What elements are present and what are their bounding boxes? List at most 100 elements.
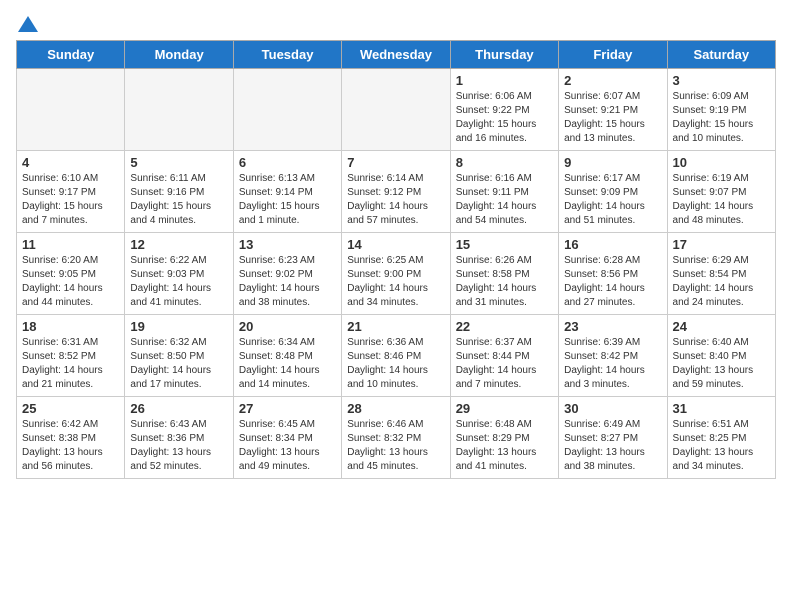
logo bbox=[16, 16, 38, 28]
day-number: 8 bbox=[456, 155, 553, 170]
day-info: Sunrise: 6:37 AM Sunset: 8:44 PM Dayligh… bbox=[456, 336, 553, 392]
day-number: 18 bbox=[22, 319, 119, 334]
day-number: 1 bbox=[456, 73, 553, 88]
day-info: Sunrise: 6:46 AM Sunset: 8:32 PM Dayligh… bbox=[347, 418, 444, 474]
day-number: 25 bbox=[22, 401, 119, 416]
day-number: 30 bbox=[564, 401, 661, 416]
day-cell bbox=[342, 69, 450, 151]
day-info: Sunrise: 6:10 AM Sunset: 9:17 PM Dayligh… bbox=[22, 172, 119, 228]
day-info: Sunrise: 6:20 AM Sunset: 9:05 PM Dayligh… bbox=[22, 254, 119, 310]
day-info: Sunrise: 6:23 AM Sunset: 9:02 PM Dayligh… bbox=[239, 254, 336, 310]
day-cell: 5 Sunrise: 6:11 AM Sunset: 9:16 PM Daylig… bbox=[125, 151, 233, 233]
day-cell: 3 Sunrise: 6:09 AM Sunset: 9:19 PM Daylig… bbox=[667, 69, 775, 151]
day-info: Sunrise: 6:06 AM Sunset: 9:22 PM Dayligh… bbox=[456, 90, 553, 146]
day-cell: 13 Sunrise: 6:23 AM Sunset: 9:02 PM Dayli… bbox=[233, 233, 341, 315]
day-info: Sunrise: 6:49 AM Sunset: 8:27 PM Dayligh… bbox=[564, 418, 661, 474]
day-cell: 18Sunrise: 6:31 AM Sunset: 8:52 PM Dayli… bbox=[17, 315, 125, 397]
day-number: 4 bbox=[22, 155, 119, 170]
day-cell: 19 Sunrise: 6:32 AM Sunset: 8:50 PM Dayli… bbox=[125, 315, 233, 397]
day-info: Sunrise: 6:25 AM Sunset: 9:00 PM Dayligh… bbox=[347, 254, 444, 310]
header bbox=[16, 16, 776, 28]
day-number: 29 bbox=[456, 401, 553, 416]
day-info: Sunrise: 6:51 AM Sunset: 8:25 PM Dayligh… bbox=[673, 418, 770, 474]
day-number: 7 bbox=[347, 155, 444, 170]
day-number: 27 bbox=[239, 401, 336, 416]
day-info: Sunrise: 6:36 AM Sunset: 8:46 PM Dayligh… bbox=[347, 336, 444, 392]
day-info: Sunrise: 6:40 AM Sunset: 8:40 PM Dayligh… bbox=[673, 336, 770, 392]
day-cell: 15Sunrise: 6:26 AM Sunset: 8:58 PM Dayli… bbox=[450, 233, 558, 315]
day-info: Sunrise: 6:09 AM Sunset: 9:19 PM Dayligh… bbox=[673, 90, 770, 146]
day-cell: 25Sunrise: 6:42 AM Sunset: 8:38 PM Dayli… bbox=[17, 397, 125, 479]
day-number: 24 bbox=[673, 319, 770, 334]
day-info: Sunrise: 6:17 AM Sunset: 9:09 PM Dayligh… bbox=[564, 172, 661, 228]
day-header-monday: Monday bbox=[125, 41, 233, 69]
days-header-row: SundayMondayTuesdayWednesdayThursdayFrid… bbox=[17, 41, 776, 69]
week-row-5: 25Sunrise: 6:42 AM Sunset: 8:38 PM Dayli… bbox=[17, 397, 776, 479]
day-cell: 27 Sunrise: 6:45 AM Sunset: 8:34 PM Dayli… bbox=[233, 397, 341, 479]
day-number: 17 bbox=[673, 237, 770, 252]
day-info: Sunrise: 6:19 AM Sunset: 9:07 PM Dayligh… bbox=[673, 172, 770, 228]
day-cell bbox=[125, 69, 233, 151]
day-header-friday: Friday bbox=[559, 41, 667, 69]
week-row-3: 11 Sunrise: 6:20 AM Sunset: 9:05 PM Dayli… bbox=[17, 233, 776, 315]
day-cell: 11 Sunrise: 6:20 AM Sunset: 9:05 PM Dayli… bbox=[17, 233, 125, 315]
day-cell: 7 Sunrise: 6:14 AM Sunset: 9:12 PM Daylig… bbox=[342, 151, 450, 233]
day-cell: 26 Sunrise: 6:43 AM Sunset: 8:36 PM Dayli… bbox=[125, 397, 233, 479]
day-number: 13 bbox=[239, 237, 336, 252]
day-info: Sunrise: 6:39 AM Sunset: 8:42 PM Dayligh… bbox=[564, 336, 661, 392]
day-number: 22 bbox=[456, 319, 553, 334]
day-info: Sunrise: 6:32 AM Sunset: 8:50 PM Dayligh… bbox=[130, 336, 227, 392]
day-cell: 12 Sunrise: 6:22 AM Sunset: 9:03 PM Dayli… bbox=[125, 233, 233, 315]
day-number: 2 bbox=[564, 73, 661, 88]
day-number: 26 bbox=[130, 401, 227, 416]
day-info: Sunrise: 6:43 AM Sunset: 8:36 PM Dayligh… bbox=[130, 418, 227, 474]
day-number: 16 bbox=[564, 237, 661, 252]
day-number: 28 bbox=[347, 401, 444, 416]
day-header-sunday: Sunday bbox=[17, 41, 125, 69]
day-cell: 14 Sunrise: 6:25 AM Sunset: 9:00 PM Dayli… bbox=[342, 233, 450, 315]
day-info: Sunrise: 6:14 AM Sunset: 9:12 PM Dayligh… bbox=[347, 172, 444, 228]
day-info: Sunrise: 6:34 AM Sunset: 8:48 PM Dayligh… bbox=[239, 336, 336, 392]
calendar-table: SundayMondayTuesdayWednesdayThursdayFrid… bbox=[16, 40, 776, 479]
day-cell: 2 Sunrise: 6:07 AM Sunset: 9:21 PM Daylig… bbox=[559, 69, 667, 151]
day-cell: 6 Sunrise: 6:13 AM Sunset: 9:14 PM Daylig… bbox=[233, 151, 341, 233]
day-cell: 4 Sunrise: 6:10 AM Sunset: 9:17 PM Daylig… bbox=[17, 151, 125, 233]
day-cell: 10 Sunrise: 6:19 AM Sunset: 9:07 PM Dayli… bbox=[667, 151, 775, 233]
day-info: Sunrise: 6:07 AM Sunset: 9:21 PM Dayligh… bbox=[564, 90, 661, 146]
day-cell: 20 Sunrise: 6:34 AM Sunset: 8:48 PM Dayli… bbox=[233, 315, 341, 397]
day-number: 12 bbox=[130, 237, 227, 252]
day-cell: 16 Sunrise: 6:28 AM Sunset: 8:56 PM Dayli… bbox=[559, 233, 667, 315]
day-number: 21 bbox=[347, 319, 444, 334]
day-number: 31 bbox=[673, 401, 770, 416]
day-info: Sunrise: 6:13 AM Sunset: 9:14 PM Dayligh… bbox=[239, 172, 336, 228]
day-cell: 31 Sunrise: 6:51 AM Sunset: 8:25 PM Dayli… bbox=[667, 397, 775, 479]
day-cell: 17Sunrise: 6:29 AM Sunset: 8:54 PM Dayli… bbox=[667, 233, 775, 315]
day-header-saturday: Saturday bbox=[667, 41, 775, 69]
logo-icon bbox=[18, 16, 38, 32]
day-number: 6 bbox=[239, 155, 336, 170]
day-number: 19 bbox=[130, 319, 227, 334]
day-cell: 21 Sunrise: 6:36 AM Sunset: 8:46 PM Dayli… bbox=[342, 315, 450, 397]
day-number: 10 bbox=[673, 155, 770, 170]
day-header-thursday: Thursday bbox=[450, 41, 558, 69]
day-number: 23 bbox=[564, 319, 661, 334]
day-cell: 30 Sunrise: 6:49 AM Sunset: 8:27 PM Dayli… bbox=[559, 397, 667, 479]
day-number: 11 bbox=[22, 237, 119, 252]
day-cell: 24 Sunrise: 6:40 AM Sunset: 8:40 PM Dayli… bbox=[667, 315, 775, 397]
day-cell: 1 Sunrise: 6:06 AM Sunset: 9:22 PM Daylig… bbox=[450, 69, 558, 151]
day-number: 3 bbox=[673, 73, 770, 88]
day-number: 14 bbox=[347, 237, 444, 252]
day-info: Sunrise: 6:22 AM Sunset: 9:03 PM Dayligh… bbox=[130, 254, 227, 310]
week-row-4: 18Sunrise: 6:31 AM Sunset: 8:52 PM Dayli… bbox=[17, 315, 776, 397]
day-info: Sunrise: 6:16 AM Sunset: 9:11 PM Dayligh… bbox=[456, 172, 553, 228]
day-info: Sunrise: 6:28 AM Sunset: 8:56 PM Dayligh… bbox=[564, 254, 661, 310]
day-info: Sunrise: 6:45 AM Sunset: 8:34 PM Dayligh… bbox=[239, 418, 336, 474]
day-number: 5 bbox=[130, 155, 227, 170]
day-number: 9 bbox=[564, 155, 661, 170]
day-number: 20 bbox=[239, 319, 336, 334]
day-header-tuesday: Tuesday bbox=[233, 41, 341, 69]
day-cell: 28 Sunrise: 6:46 AM Sunset: 8:32 PM Dayli… bbox=[342, 397, 450, 479]
day-info: Sunrise: 6:26 AM Sunset: 8:58 PM Dayligh… bbox=[456, 254, 553, 310]
day-cell: 23 Sunrise: 6:39 AM Sunset: 8:42 PM Dayli… bbox=[559, 315, 667, 397]
day-info: Sunrise: 6:11 AM Sunset: 9:16 PM Dayligh… bbox=[130, 172, 227, 228]
